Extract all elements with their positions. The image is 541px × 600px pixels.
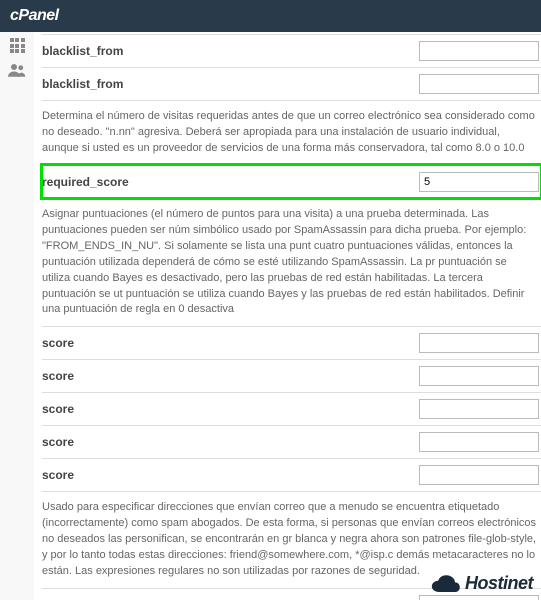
field-label: blacklist_from xyxy=(42,77,419,91)
apps-grid-icon[interactable] xyxy=(10,38,25,53)
score-input[interactable] xyxy=(419,399,539,419)
field-label: score xyxy=(42,336,419,350)
whitelist-from-input[interactable] xyxy=(419,595,539,600)
blacklist-from-row: blacklist_from xyxy=(42,67,541,100)
blacklist-from-input[interactable] xyxy=(419,74,539,94)
score-input[interactable] xyxy=(419,333,539,353)
field-label: score xyxy=(42,435,419,449)
hostinet-text: Hostinet xyxy=(465,573,533,594)
cpanel-logo: cPanel xyxy=(10,7,59,25)
required-score-row: required_score xyxy=(42,165,541,198)
score-row: score xyxy=(42,359,541,392)
hostinet-logo: Hostinet xyxy=(431,573,533,594)
blacklist-from-row: blacklist_from xyxy=(42,34,541,67)
score-description: Asignar puntuaciones (el número de punto… xyxy=(42,198,541,327)
required-score-description: Determina el número de visitas requerida… xyxy=(42,100,541,165)
score-row: score xyxy=(42,326,541,359)
score-row: score xyxy=(42,458,541,491)
score-row: score xyxy=(42,392,541,425)
field-label: score xyxy=(42,369,419,383)
blacklist-from-input[interactable] xyxy=(419,41,539,61)
score-input[interactable] xyxy=(419,465,539,485)
users-icon[interactable] xyxy=(8,63,26,82)
cloud-icon xyxy=(431,574,463,594)
sidebar xyxy=(0,32,34,600)
main-content: blacklist_from blacklist_from Determina … xyxy=(34,32,541,600)
top-bar: cPanel xyxy=(0,0,541,32)
field-label: blacklist_from xyxy=(42,44,419,58)
field-label: score xyxy=(42,468,419,482)
score-input[interactable] xyxy=(419,432,539,452)
score-row: score xyxy=(42,425,541,458)
field-label: required_score xyxy=(42,175,419,189)
required-score-input[interactable] xyxy=(419,172,539,192)
score-input[interactable] xyxy=(419,366,539,386)
field-label: score xyxy=(42,402,419,416)
